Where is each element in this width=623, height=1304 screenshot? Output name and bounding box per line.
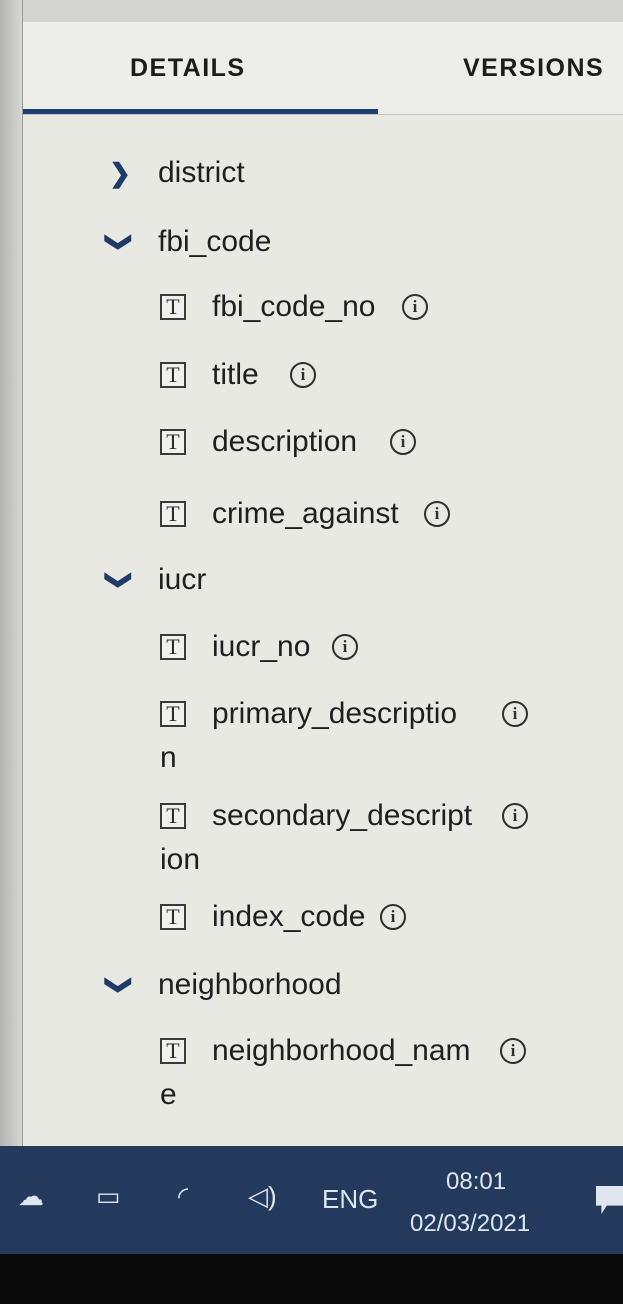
window-top-edge [0, 0, 623, 22]
field-label: fbi_code_no [212, 290, 376, 323]
text-type-icon: T [160, 294, 186, 320]
text-type-icon: T [160, 1038, 186, 1064]
text-type-icon: T [160, 634, 186, 660]
field-label: secondary_descript [212, 799, 473, 832]
tree-node-label: iucr [158, 563, 207, 596]
text-type-icon: T [160, 803, 186, 829]
battery-icon[interactable]: ▭ [96, 1182, 121, 1210]
monitor-bezel [0, 1254, 623, 1304]
chevron-down-icon[interactable]: ❯ [105, 566, 135, 594]
clock-time[interactable]: 08:01 [446, 1168, 506, 1196]
field-label: title [212, 358, 259, 391]
tree-node-label: neighborhood [158, 968, 342, 1001]
info-icon[interactable]: i [424, 501, 450, 527]
info-icon[interactable]: i [502, 803, 528, 829]
text-type-icon: T [160, 904, 186, 930]
language-indicator[interactable]: ENG [322, 1184, 378, 1215]
chevron-down-icon[interactable]: ❯ [105, 228, 135, 256]
tab-bar: DETAILS VERSIONS [23, 22, 623, 115]
chevron-right-icon[interactable]: ❯ [106, 159, 134, 187]
schema-tree: ❯ district ❯ fbi_code T fbi_code_no i T … [0, 114, 623, 1146]
field-label: crime_against [212, 497, 399, 530]
info-icon[interactable]: i [290, 362, 316, 388]
info-icon[interactable]: i [402, 294, 428, 320]
screen: DETAILS VERSIONS ❯ district ❯ fbi_code T… [0, 0, 623, 1146]
field-label-wrap: ion [160, 843, 201, 876]
field-label-wrap: n [160, 741, 177, 774]
field-label: description [212, 425, 358, 458]
text-type-icon: T [160, 429, 186, 455]
field-label-wrap: e [160, 1078, 177, 1111]
field-label: neighborhood_nam [212, 1034, 471, 1067]
text-type-icon: T [160, 501, 186, 527]
field-label: primary_descriptio [212, 697, 458, 730]
info-icon[interactable]: i [502, 701, 528, 727]
tree-node-label: district [158, 156, 245, 189]
volume-icon[interactable]: ◁) [248, 1182, 277, 1210]
info-icon[interactable]: i [380, 904, 406, 930]
tab-versions[interactable]: VERSIONS [463, 54, 604, 83]
chevron-down-icon[interactable]: ❯ [105, 971, 135, 999]
field-label: index_code [212, 900, 366, 933]
field-label: iucr_no [212, 630, 311, 663]
info-icon[interactable]: i [500, 1038, 526, 1064]
wifi-icon[interactable]: ◜ [178, 1182, 188, 1210]
text-type-icon: T [160, 701, 186, 727]
info-icon[interactable]: i [332, 634, 358, 660]
tree-node-label: fbi_code [158, 225, 272, 258]
tab-details[interactable]: DETAILS [130, 54, 246, 83]
notification-icon[interactable] [596, 1186, 623, 1214]
info-icon[interactable]: i [390, 429, 416, 455]
text-type-icon: T [160, 362, 186, 388]
cloud-icon[interactable]: ☁ [18, 1182, 44, 1210]
taskbar: ☁ ▭ ◜ ◁) ENG 08:01 02/03/2021 [0, 1146, 623, 1254]
clock-date[interactable]: 02/03/2021 [410, 1210, 530, 1238]
